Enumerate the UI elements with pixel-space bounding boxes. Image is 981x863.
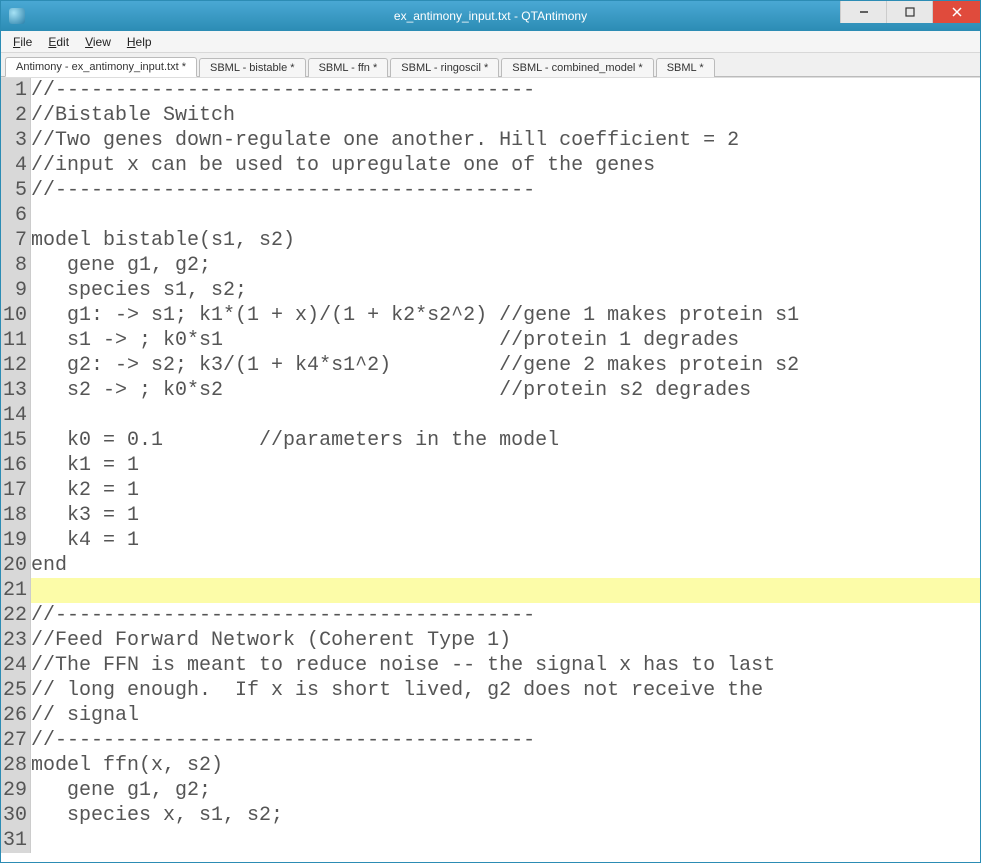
line-number: 19 xyxy=(3,528,28,553)
code-line[interactable]: k3 = 1 xyxy=(31,503,980,528)
code-line[interactable]: k4 = 1 xyxy=(31,528,980,553)
minimize-icon xyxy=(859,7,869,17)
line-number: 6 xyxy=(3,203,28,228)
line-number: 28 xyxy=(3,753,28,778)
maximize-icon xyxy=(905,7,915,17)
code-line[interactable]: //The FFN is meant to reduce noise -- th… xyxy=(31,653,980,678)
code-line[interactable]: //Two genes down-regulate one another. H… xyxy=(31,128,980,153)
code-line[interactable]: //input x can be used to upregulate one … xyxy=(31,153,980,178)
tab-0[interactable]: Antimony - ex_antimony_input.txt * xyxy=(5,57,197,77)
code-line[interactable]: // long enough. If x is short lived, g2 … xyxy=(31,678,980,703)
code-line[interactable]: gene g1, g2; xyxy=(31,253,980,278)
code-line[interactable]: //--------------------------------------… xyxy=(31,78,980,103)
code-line[interactable]: k1 = 1 xyxy=(31,453,980,478)
code-line[interactable]: //Bistable Switch xyxy=(31,103,980,128)
menubar: File Edit View Help xyxy=(1,31,980,53)
code-line[interactable]: gene g1, g2; xyxy=(31,778,980,803)
code-line[interactable]: model bistable(s1, s2) xyxy=(31,228,980,253)
code-line[interactable]: species s1, s2; xyxy=(31,278,980,303)
minimize-button[interactable] xyxy=(840,1,886,23)
line-number: 11 xyxy=(3,328,28,353)
line-number: 18 xyxy=(3,503,28,528)
code-column[interactable]: //--------------------------------------… xyxy=(31,78,980,853)
tab-2[interactable]: SBML - ffn * xyxy=(308,58,389,77)
line-number: 8 xyxy=(3,253,28,278)
line-number: 10 xyxy=(3,303,28,328)
line-number: 1 xyxy=(3,78,28,103)
line-number: 3 xyxy=(3,128,28,153)
code-line[interactable] xyxy=(31,578,980,603)
app-window: ex_antimony_input.txt - QTAntimony File … xyxy=(0,0,981,863)
tab-4[interactable]: SBML - combined_model * xyxy=(501,58,653,77)
line-number: 21 xyxy=(3,578,28,603)
tab-5[interactable]: SBML * xyxy=(656,58,715,77)
line-number: 26 xyxy=(3,703,28,728)
window-title: ex_antimony_input.txt - QTAntimony xyxy=(394,9,587,23)
close-button[interactable] xyxy=(932,1,980,23)
titlebar[interactable]: ex_antimony_input.txt - QTAntimony xyxy=(1,1,980,31)
line-number: 16 xyxy=(3,453,28,478)
code-line[interactable]: g1: -> s1; k1*(1 + x)/(1 + k2*s2^2) //ge… xyxy=(31,303,980,328)
line-number: 17 xyxy=(3,478,28,503)
editor-area: 1234567891011121314151617181920212223242… xyxy=(1,77,980,862)
line-number: 30 xyxy=(3,803,28,828)
line-number: 27 xyxy=(3,728,28,753)
line-number: 15 xyxy=(3,428,28,453)
code-line[interactable]: s2 -> ; k0*s2 //protein s2 degrades xyxy=(31,378,980,403)
line-number: 24 xyxy=(3,653,28,678)
line-number: 23 xyxy=(3,628,28,653)
code-line[interactable]: // signal xyxy=(31,703,980,728)
line-number: 13 xyxy=(3,378,28,403)
menu-help[interactable]: Help xyxy=(119,33,160,51)
code-line[interactable]: s1 -> ; k0*s1 //protein 1 degrades xyxy=(31,328,980,353)
code-line[interactable]: species x, s1, s2; xyxy=(31,803,980,828)
line-number: 20 xyxy=(3,553,28,578)
code-line[interactable]: //--------------------------------------… xyxy=(31,728,980,753)
menu-edit[interactable]: Edit xyxy=(40,33,77,51)
code-line[interactable]: g2: -> s2; k3/(1 + k4*s1^2) //gene 2 mak… xyxy=(31,353,980,378)
line-number: 5 xyxy=(3,178,28,203)
line-number: 22 xyxy=(3,603,28,628)
line-number: 4 xyxy=(3,153,28,178)
line-number: 12 xyxy=(3,353,28,378)
line-number: 14 xyxy=(3,403,28,428)
code-line[interactable] xyxy=(31,828,980,853)
code-line[interactable]: //--------------------------------------… xyxy=(31,178,980,203)
line-number: 9 xyxy=(3,278,28,303)
line-number-gutter: 1234567891011121314151617181920212223242… xyxy=(1,78,31,853)
tab-1[interactable]: SBML - bistable * xyxy=(199,58,306,77)
close-icon xyxy=(952,7,962,17)
code-line[interactable]: //Feed Forward Network (Coherent Type 1) xyxy=(31,628,980,653)
code-line[interactable]: //--------------------------------------… xyxy=(31,603,980,628)
window-controls xyxy=(840,1,980,31)
line-number: 25 xyxy=(3,678,28,703)
code-line[interactable] xyxy=(31,203,980,228)
tabstrip: Antimony - ex_antimony_input.txt *SBML -… xyxy=(1,53,980,77)
line-number: 29 xyxy=(3,778,28,803)
app-icon xyxy=(9,8,25,24)
tab-3[interactable]: SBML - ringoscil * xyxy=(390,58,499,77)
code-line[interactable]: k2 = 1 xyxy=(31,478,980,503)
code-line[interactable]: end xyxy=(31,553,980,578)
line-number: 31 xyxy=(3,828,28,853)
menu-file[interactable]: File xyxy=(5,33,40,51)
menu-view[interactable]: View xyxy=(77,33,119,51)
code-editor[interactable]: 1234567891011121314151617181920212223242… xyxy=(1,78,980,862)
code-line[interactable]: k0 = 0.1 //parameters in the model xyxy=(31,428,980,453)
line-number: 2 xyxy=(3,103,28,128)
code-line[interactable]: model ffn(x, s2) xyxy=(31,753,980,778)
line-number: 7 xyxy=(3,228,28,253)
maximize-button[interactable] xyxy=(886,1,932,23)
code-line[interactable] xyxy=(31,403,980,428)
